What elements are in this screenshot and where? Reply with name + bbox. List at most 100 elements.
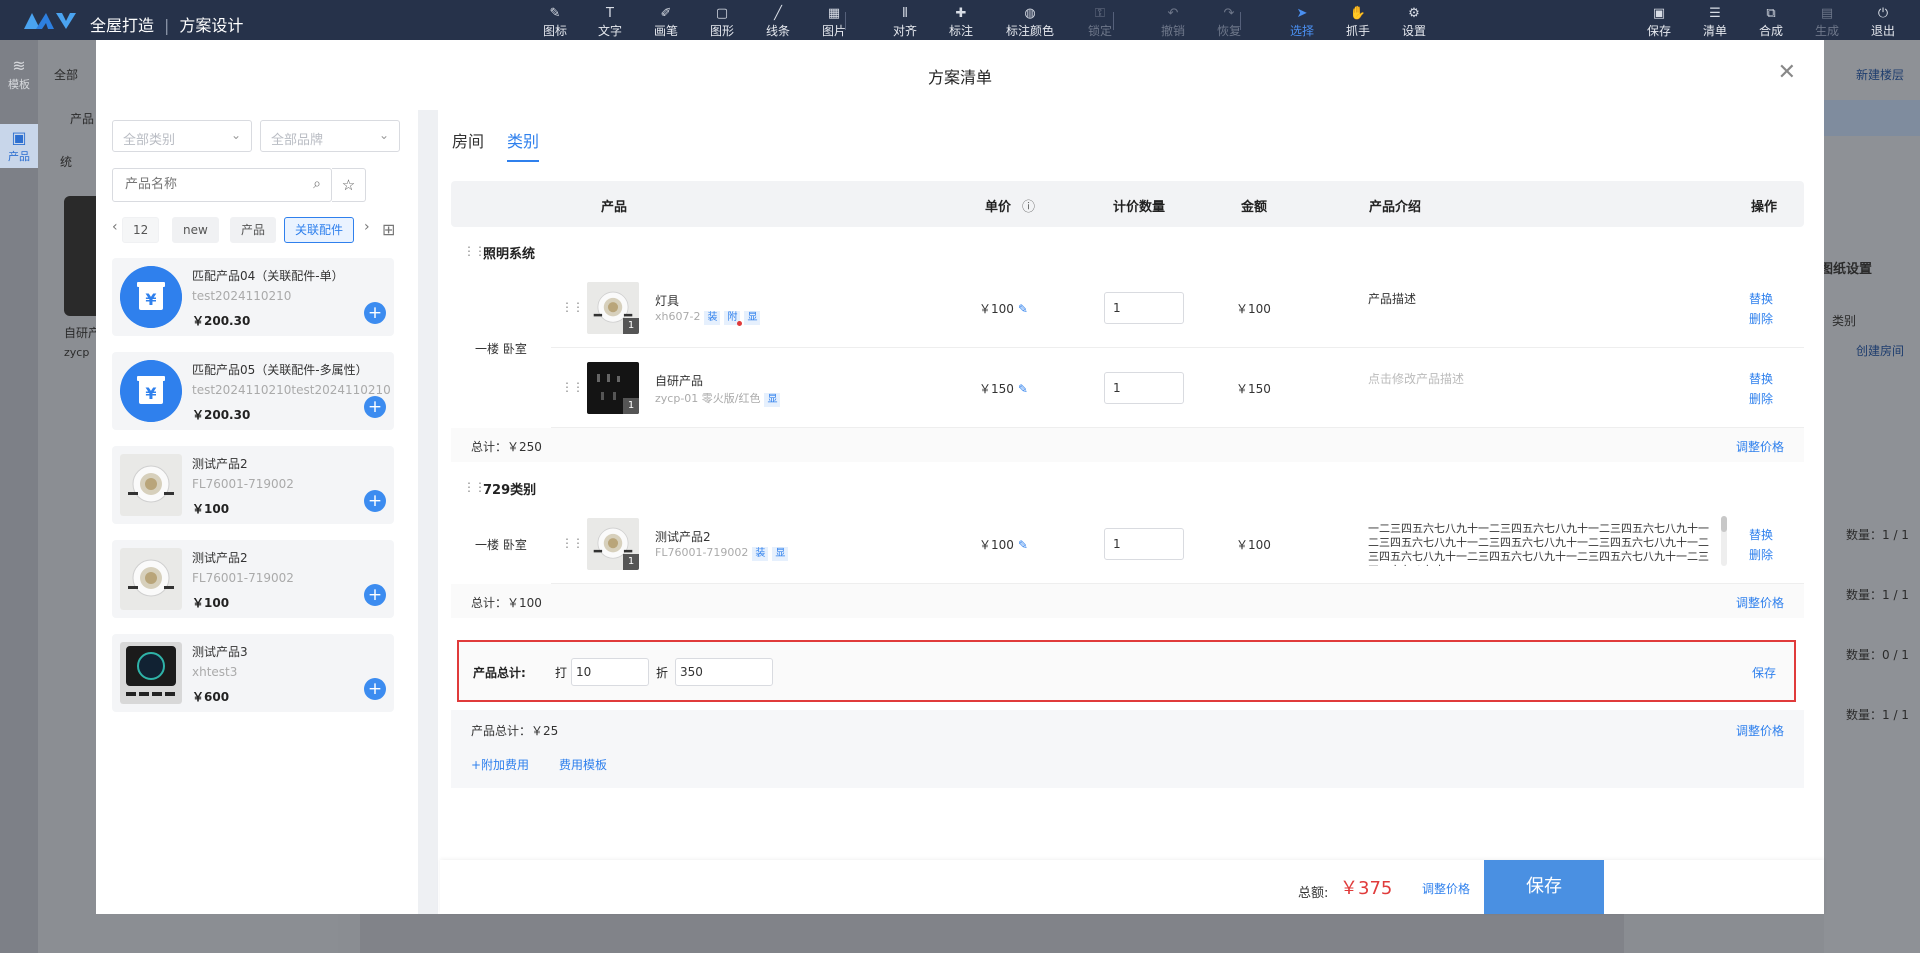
tool-generate[interactable]: ▤ 生成 (1802, 6, 1852, 39)
product-image: 1 (587, 282, 639, 334)
drag-handle-icon[interactable]: ⋮⋮ (463, 244, 486, 258)
close-icon[interactable]: ✕ (1778, 60, 1796, 85)
product-card[interactable]: ¥ 匹配产品04（关联配件-单） test2024110210 ￥200.30 … (112, 258, 394, 336)
tab-category[interactable]: 类别 (507, 128, 539, 152)
tool-pin[interactable]: ✚ 标注 (936, 6, 986, 39)
tool-icon-tool[interactable]: ✎ 图标 (530, 6, 580, 39)
add-product-button[interactable]: + (364, 678, 386, 700)
product-price: ￥200.30 (192, 408, 251, 422)
discount-value-input[interactable] (675, 658, 773, 686)
chevron-right-icon[interactable]: › (364, 219, 370, 235)
tool-shape[interactable]: ▢ 图形 (697, 6, 747, 39)
tool-label: 图形 (709, 24, 734, 38)
tool-save[interactable]: ▣ 保存 (1634, 6, 1684, 39)
qty-input[interactable] (1104, 292, 1184, 324)
product-placeholder-icon: ¥ (120, 360, 182, 422)
adjust-price-link[interactable]: 调整价格 (1736, 594, 1784, 611)
product-card[interactable]: ¥ 匹配产品05（关联配件-多属性） test2024110210test202… (112, 352, 394, 430)
delete-link[interactable]: 删除 (1749, 390, 1773, 407)
rail-item-product[interactable]: ▣ 产品 (0, 124, 38, 168)
product-code: test2024110210 (192, 289, 292, 303)
product-description[interactable]: 产品描述 (1368, 290, 1416, 307)
tool-palette[interactable]: ◍ 标注颜色 (1005, 6, 1055, 39)
tool-align[interactable]: ⫴ 对齐 (880, 6, 930, 39)
tool-redo[interactable]: ↷ 恢复 (1204, 6, 1254, 39)
category-select-value: 全部类别 (123, 133, 176, 148)
tool-hand[interactable]: ✋ 抓手 (1333, 6, 1383, 39)
room-label: 一楼 卧室 (475, 538, 527, 552)
tool-undo[interactable]: ↶ 撤销 (1148, 6, 1198, 39)
chip-new[interactable]: new (172, 217, 219, 243)
brand-select-value: 全部品牌 (271, 133, 324, 148)
edit-pencil-icon[interactable]: ✎ (1018, 302, 1028, 316)
chevron-left-icon[interactable]: ‹ (112, 219, 118, 235)
bg-highlight-bar (1824, 100, 1920, 136)
add-product-button[interactable]: + (364, 584, 386, 606)
discount-rate-input[interactable] (571, 658, 649, 686)
adjust-price-link[interactable]: 调整价格 (1736, 438, 1784, 455)
product-description[interactable]: 一二三四五六七八九十一二三四五六七八九十一二三四五六七八九十一二三四五六七八九十… (1368, 522, 1710, 566)
chip-related-accessory[interactable]: 关联配件 (284, 217, 355, 243)
add-product-button[interactable]: + (364, 490, 386, 512)
fee-template-link[interactable]: 费用模板 (559, 756, 607, 773)
search-icon[interactable]: ⌕ (313, 176, 321, 192)
replace-link[interactable]: 替换 (1749, 290, 1773, 307)
drag-handle-icon[interactable]: ⋮⋮ (561, 536, 584, 550)
add-product-button[interactable]: + (364, 396, 386, 418)
tag-badge: 装 (752, 547, 769, 561)
info-icon[interactable]: ⓘ (1022, 196, 1035, 215)
tool-brush[interactable]: ✐ 画笔 (641, 6, 691, 39)
qty-input[interactable] (1104, 372, 1184, 404)
tool-line[interactable]: ╱ 线条 (753, 6, 803, 39)
tool-label: 抓手 (1345, 24, 1370, 38)
tool-list[interactable]: ☰ 清单 (1690, 6, 1740, 39)
favorite-star-icon[interactable]: ☆ (332, 168, 366, 202)
add-product-button[interactable]: + (364, 302, 386, 324)
chip-product[interactable]: 产品 (230, 217, 277, 243)
chip-12[interactable]: 12 (122, 217, 160, 243)
tool-text[interactable]: T 文字 (585, 6, 635, 39)
tool-lock[interactable]: ⚿ 锁定 (1075, 6, 1125, 39)
tab-room[interactable]: 房间 (452, 128, 484, 152)
tool-gear[interactable]: ⚙ 设置 (1389, 6, 1439, 39)
save-button[interactable]: 保存 (1484, 860, 1604, 914)
replace-link[interactable]: 替换 (1749, 526, 1773, 543)
tool-image[interactable]: ▦ 图片 (809, 6, 859, 39)
rail-item-template[interactable]: ≋ 模板 (0, 56, 38, 92)
row-product-code: zycp-01 零火版/红色 (655, 392, 761, 405)
product-description[interactable]: 点击修改产品描述 (1368, 370, 1464, 387)
drag-handle-icon[interactable]: ⋮⋮ (561, 380, 584, 394)
tool-merge[interactable]: ⧉ 合成 (1746, 6, 1796, 39)
replace-link[interactable]: 替换 (1749, 370, 1773, 387)
edit-pencil-icon[interactable]: ✎ (1018, 538, 1028, 552)
tool-cursor[interactable]: ➤ 选择 (1277, 6, 1327, 39)
edit-pencil-icon[interactable]: ✎ (1018, 382, 1028, 396)
downlight-image (120, 454, 182, 516)
add-fee-link[interactable]: +附加费用 (471, 756, 529, 773)
delete-link[interactable]: 删除 (1749, 546, 1773, 563)
description-scrollbar[interactable] (1721, 516, 1727, 566)
unit-price: ￥150 (979, 382, 1014, 396)
summary-section: 产品总计：￥25 调整价格 +附加费用 费用模板 (451, 710, 1804, 788)
category-select[interactable]: 全部类别 ⌄ (112, 120, 252, 152)
adjust-price-link[interactable]: 调整价格 (1736, 722, 1784, 739)
qty-input[interactable] (1104, 528, 1184, 560)
product-image: 1 (587, 362, 639, 414)
smart-panel-image (120, 642, 182, 704)
drag-handle-icon[interactable]: ⋮⋮ (463, 480, 486, 494)
toolbar-separator (1113, 12, 1114, 30)
align-icon: ⫴ (902, 6, 908, 21)
tool-exit[interactable]: ⏻ 退出 (1858, 6, 1908, 39)
list-icon: ☰ (1709, 6, 1721, 21)
discount-save-link[interactable]: 保存 (1752, 664, 1776, 681)
product-thumb (120, 548, 182, 610)
search-input[interactable] (125, 169, 305, 199)
delete-link[interactable]: 删除 (1749, 310, 1773, 327)
brand-select[interactable]: 全部品牌 ⌄ (260, 120, 400, 152)
drag-handle-icon[interactable]: ⋮⋮ (561, 300, 584, 314)
product-card[interactable]: 测试产品2 FL76001-719002 ￥100 + (112, 446, 394, 524)
grid-view-icon[interactable]: ⊞ (382, 220, 395, 239)
adjust-price-link[interactable]: 调整价格 (1422, 880, 1470, 897)
product-card[interactable]: 测试产品3 xhtest3 ￥600 + (112, 634, 394, 712)
product-card[interactable]: 测试产品2 FL76001-719002 ￥100 + (112, 540, 394, 618)
